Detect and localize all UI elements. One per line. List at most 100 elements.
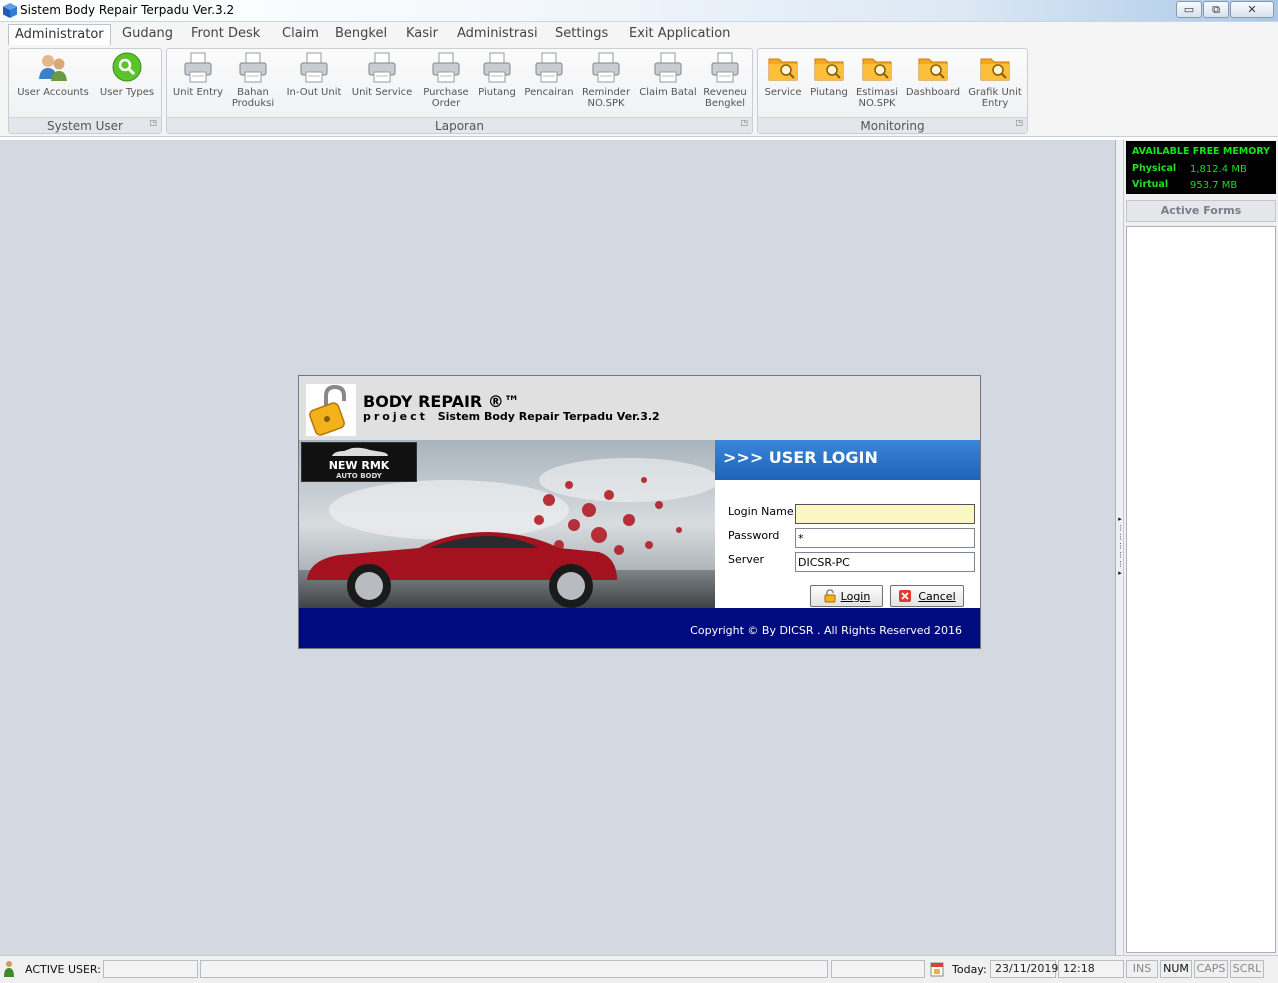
printer-icon (184, 52, 212, 83)
piutang-report-label: Piutang (478, 87, 516, 98)
menu-bengkel[interactable]: Bengkel (329, 24, 393, 45)
project-line: project Sistem Body Repair Terpadu Ver.3… (363, 410, 660, 423)
monitoring-dashboard-button[interactable]: Dashboard (904, 51, 962, 98)
monitoring-grafik-label-2: Entry (981, 98, 1009, 109)
search-icon (112, 52, 142, 82)
minimize-icon: ▭ (1183, 3, 1195, 16)
bahan-produksi-button[interactable]: Bahan Produksi (225, 51, 281, 109)
menu-administrasi[interactable]: Administrasi (451, 24, 544, 45)
close-button[interactable]: ✕ (1230, 1, 1274, 18)
status-extra-panel (831, 960, 925, 978)
panel-splitter[interactable]: ▸ ⋮ ⋮ ⋮ ⋮ ⋮ ▸ (1116, 140, 1124, 955)
folder-search-icon (862, 58, 892, 81)
login-form: >>> USER LOGIN Login Name Password Serve… (715, 440, 980, 608)
monitoring-estimasi-button[interactable]: Estimasi NO.SPK (852, 51, 902, 109)
menu-kasir[interactable]: Kasir (400, 24, 444, 45)
app-cube-icon (3, 3, 17, 18)
login-button[interactable]: Login (810, 585, 883, 607)
users-icon (39, 55, 67, 81)
memory-monitor: AVAILABLE FREE MEMORY Physical 1,812.4 M… (1126, 141, 1276, 194)
piutang-report-button[interactable]: Piutang (473, 51, 521, 98)
printer-icon (711, 52, 739, 83)
menu-gudang[interactable]: Gudang (116, 24, 179, 45)
monitoring-estimasi-label-2: NO.SPK (858, 98, 896, 109)
date-value: 23/11/2019 (990, 960, 1058, 978)
unit-service-button[interactable]: Unit Service (349, 51, 415, 98)
copyright-text: Copyright © By DICSR . All Rights Reserv… (690, 624, 962, 637)
printer-icon (368, 52, 396, 83)
active-user-label: ACTIVE USER: (25, 963, 101, 976)
monitoring-service-button[interactable]: Service (760, 51, 806, 98)
menu-claim[interactable]: Claim (276, 24, 325, 45)
server-label: Server (728, 553, 765, 566)
monitoring-dashboard-label: Dashboard (905, 87, 961, 98)
reminder-nospk-button[interactable]: Reminder NO.SPK (577, 51, 635, 109)
group-label-laporan: Laporan ◳ (167, 117, 752, 133)
reveneu-bengkel-label-2: Bengkel (704, 98, 746, 109)
caps-indicator: CAPS (1194, 960, 1228, 978)
launcher-icon[interactable]: ◳ (1015, 115, 1023, 131)
laporan-label: Laporan (435, 119, 484, 133)
user-types-button[interactable]: User Types (95, 51, 159, 98)
ins-indicator: INS (1126, 960, 1158, 978)
menu-exit-application[interactable]: Exit Application (623, 24, 736, 45)
claim-batal-button[interactable]: Claim Batal (635, 51, 701, 98)
splitter-grip-icon[interactable]: ▸ ⋮ ⋮ ⋮ ⋮ ⋮ ▸ (1117, 515, 1124, 583)
password-input[interactable] (795, 528, 975, 548)
brand-title: BODY REPAIR ®™ (363, 392, 520, 411)
rmk-logo: NEW RMK AUTO BODY (301, 442, 417, 482)
group-label-monitoring: Monitoring ◳ (758, 117, 1027, 133)
title-bar: Sistem Body Repair Terpadu Ver.3.2 ▭ ⧉ ✕ (0, 0, 1278, 22)
today-label: Today: (952, 963, 987, 976)
menu-settings[interactable]: Settings (549, 24, 614, 45)
monitoring-grafik-label: Grafik Unit (968, 87, 1022, 98)
launcher-icon[interactable]: ◳ (149, 115, 157, 131)
purchase-order-label-2: Order (431, 98, 461, 109)
active-forms-list[interactable] (1126, 226, 1276, 953)
monitoring-piutang-label: Piutang (810, 87, 848, 98)
monitoring-label: Monitoring (860, 119, 925, 133)
status-bar: ACTIVE USER: Today: 23/11/2019 12:18 INS… (0, 955, 1278, 983)
reveneu-bengkel-button[interactable]: Reveneu Bengkel (699, 51, 751, 109)
monitoring-service-label: Service (764, 87, 802, 98)
right-panel: AVAILABLE FREE MEMORY Physical 1,812.4 M… (1124, 140, 1278, 955)
menu-front-desk[interactable]: Front Desk (185, 24, 266, 45)
printer-icon (483, 52, 511, 83)
launcher-icon[interactable]: ◳ (740, 115, 748, 131)
login-dialog: BODY REPAIR ®™ project Sistem Body Repai… (298, 375, 981, 649)
login-name-input[interactable] (795, 504, 975, 524)
logo-line-1: NEW RMK (328, 459, 390, 472)
scrl-indicator: SCRL (1230, 960, 1264, 978)
password-label: Password (728, 529, 780, 542)
printer-icon (432, 52, 460, 83)
menu-administrator[interactable]: Administrator (8, 24, 111, 45)
unit-entry-button[interactable]: Unit Entry (169, 51, 227, 98)
restore-button[interactable]: ⧉ (1203, 1, 1229, 18)
time-value: 12:18 (1058, 960, 1124, 978)
calendar-icon (930, 962, 944, 977)
group-label-system-user: System User ◳ (9, 117, 161, 133)
active-user-value (103, 960, 198, 978)
active-forms-header: Active Forms (1126, 200, 1276, 222)
folder-search-icon (814, 58, 844, 81)
server-input[interactable] (795, 552, 975, 572)
cancel-button[interactable]: Cancel (890, 585, 964, 607)
monitoring-grafik-button[interactable]: Grafik Unit Entry (964, 51, 1026, 109)
pencairan-button[interactable]: Pencairan (521, 51, 577, 98)
purchase-order-button[interactable]: Purchase Order (417, 51, 475, 109)
group-monitoring: Service Piutang Estimasi NO.SPK Dashboard… (757, 48, 1028, 134)
project-prefix: project (363, 410, 428, 423)
monitoring-piutang-button[interactable]: Piutang (806, 51, 852, 98)
physical-label: Physical (1132, 163, 1177, 174)
num-indicator: NUM (1160, 960, 1192, 978)
ribbon: User Accounts User Types System User ◳ U… (0, 45, 1278, 137)
restore-icon: ⧉ (1212, 3, 1220, 16)
user-accounts-button[interactable]: User Accounts (13, 51, 93, 98)
system-user-label: System User (47, 119, 123, 133)
minimize-button[interactable]: ▭ (1176, 1, 1202, 18)
padlock-icon (309, 384, 346, 436)
pencairan-label: Pencairan (524, 87, 574, 98)
physical-value: 1,812.4 MB (1190, 164, 1247, 175)
in-out-unit-button[interactable]: In-Out Unit (281, 51, 347, 98)
cancel-x-icon (899, 590, 912, 602)
